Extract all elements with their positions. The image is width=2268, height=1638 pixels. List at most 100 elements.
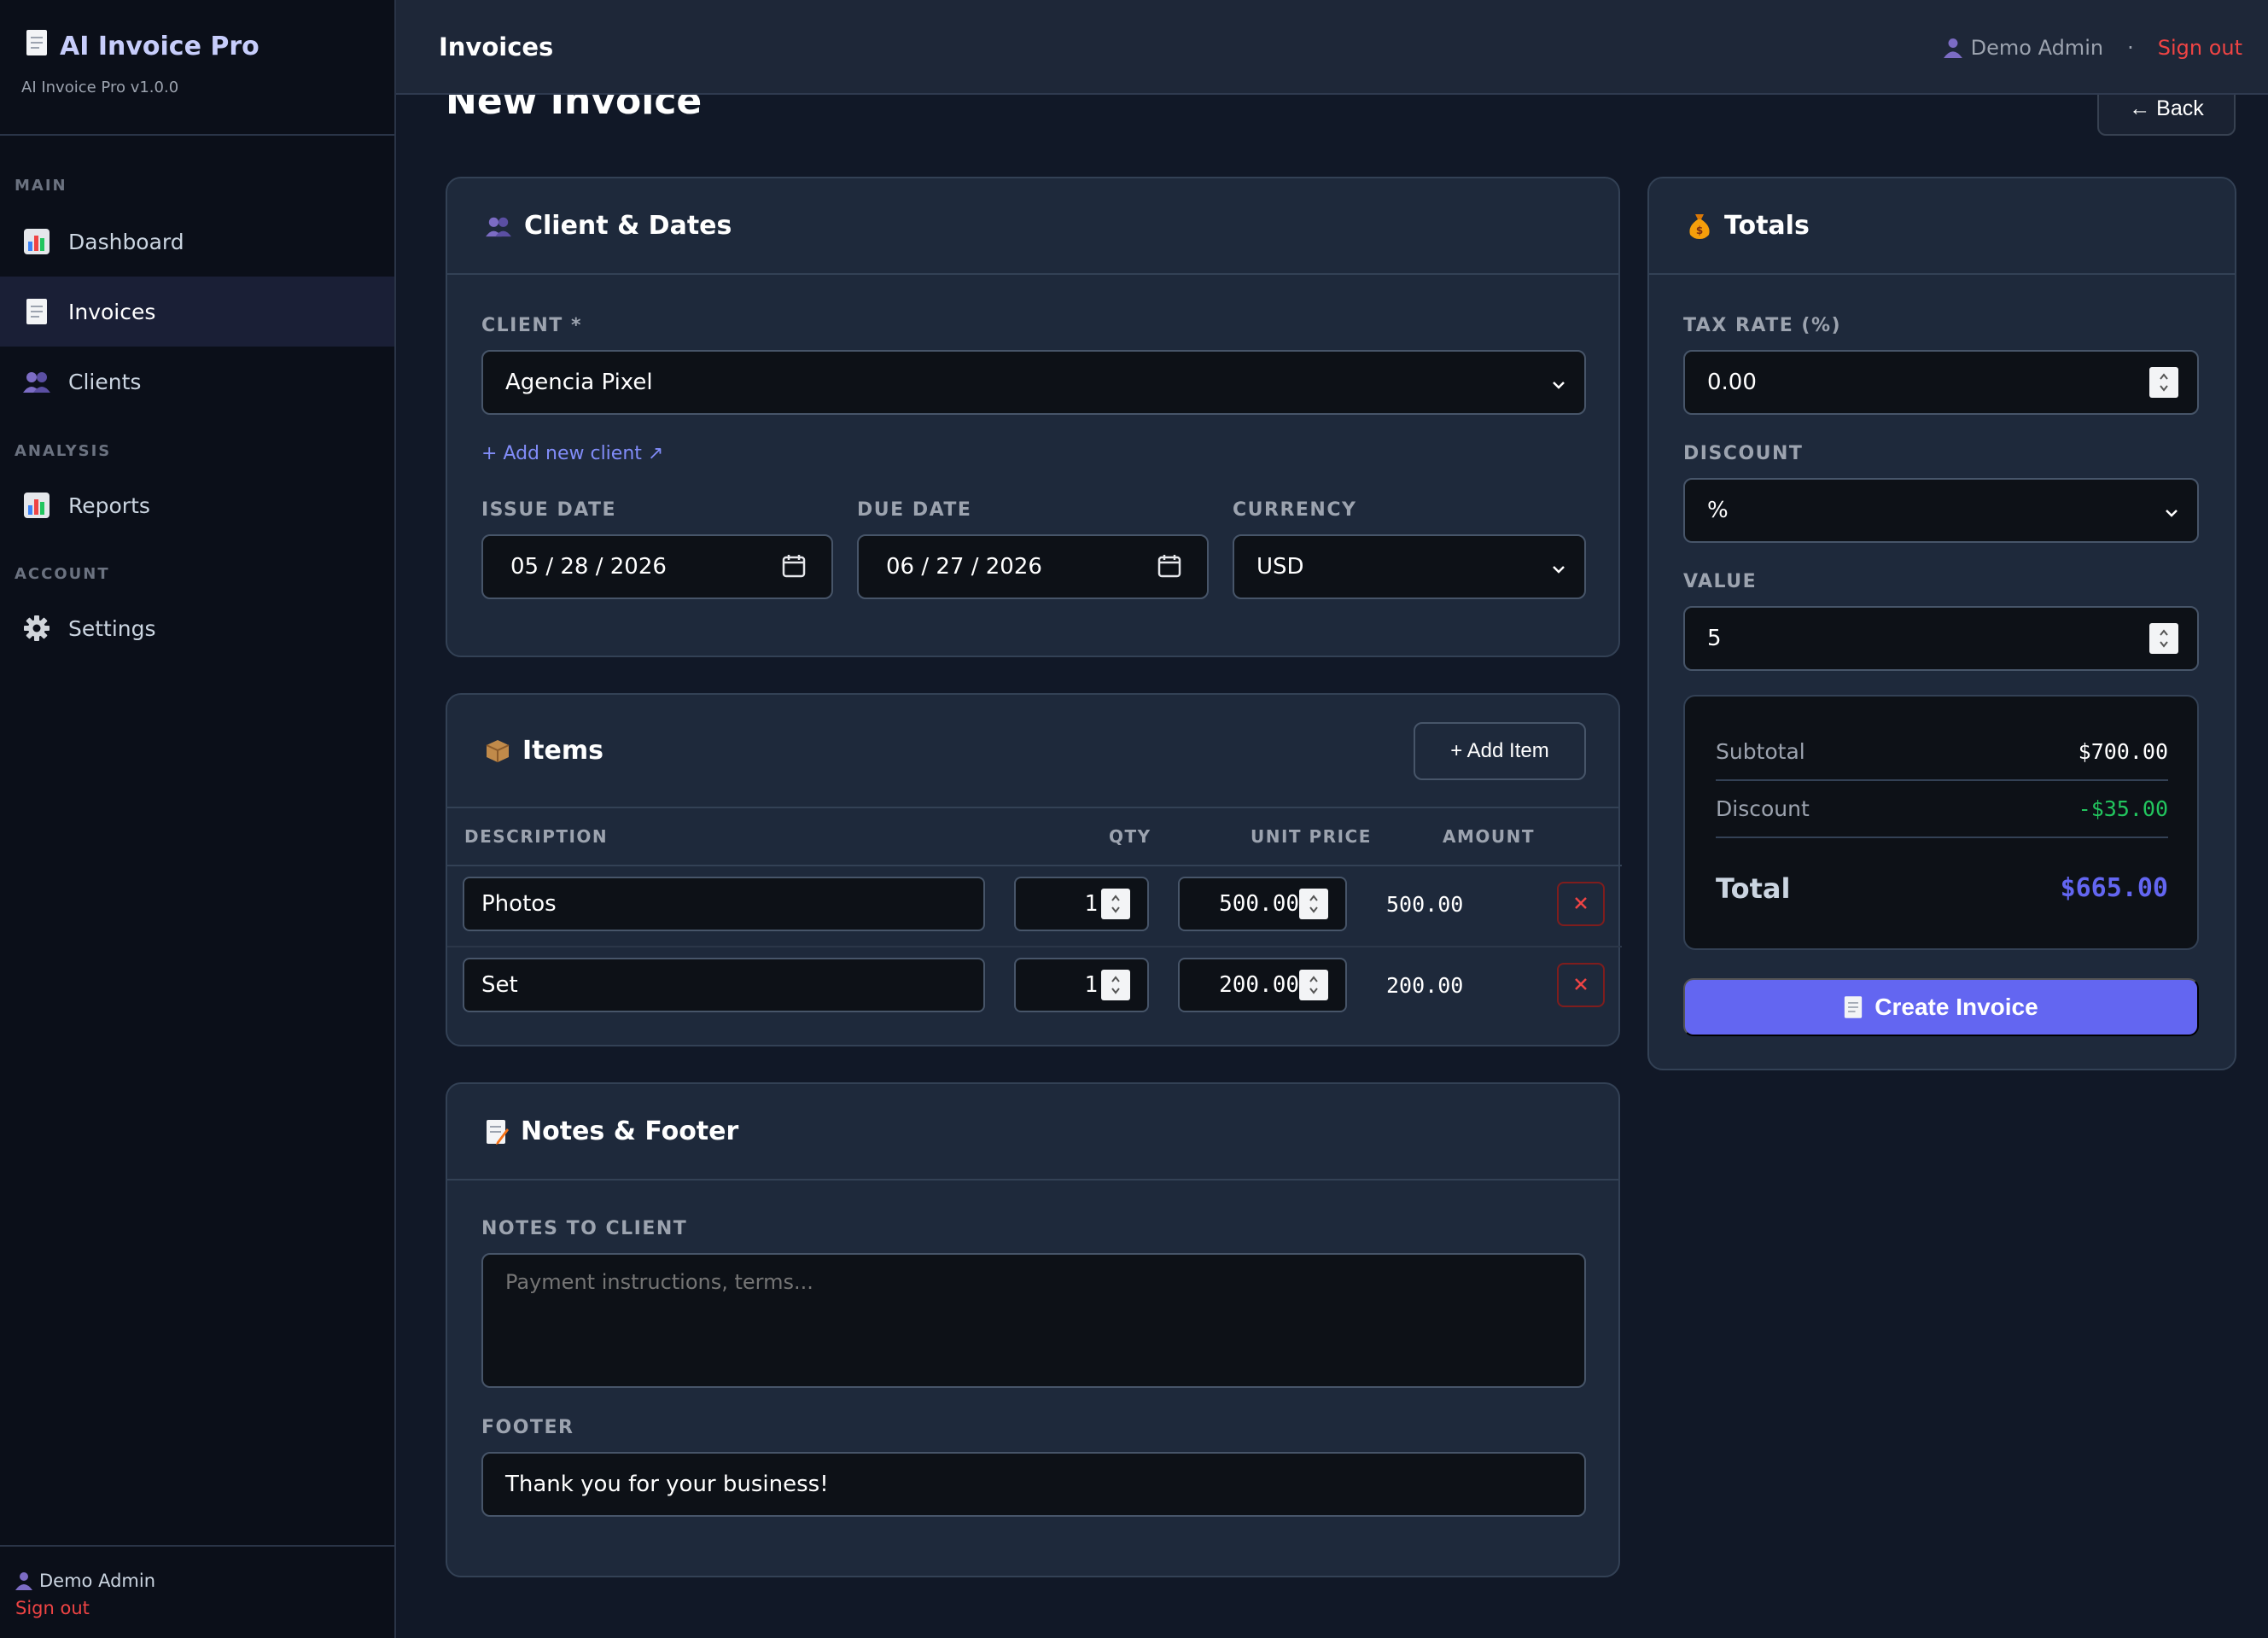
delete-row-button[interactable] bbox=[1557, 882, 1605, 926]
footer-value: Thank you for your business! bbox=[505, 1472, 829, 1497]
column-header-unit-price: UNIT PRICE bbox=[1251, 826, 1372, 847]
discount-value: 5 bbox=[1707, 626, 1722, 651]
footer-input[interactable]: Thank you for your business! bbox=[481, 1452, 1586, 1517]
due-date-input[interactable]: 06 / 27 / 2026 bbox=[857, 534, 1209, 599]
client-label: CLIENT * bbox=[481, 315, 582, 336]
description-input[interactable]: Set bbox=[463, 958, 985, 1012]
qty-input[interactable]: 1 bbox=[1014, 958, 1149, 1012]
topbar-user-name: Demo Admin bbox=[1970, 35, 2104, 60]
issue-date-value: 05 / 28 / 2026 bbox=[510, 554, 667, 580]
calendar-icon[interactable] bbox=[782, 553, 806, 585]
card-header: Notes & Footer bbox=[447, 1084, 1618, 1180]
spinner-icon[interactable] bbox=[1299, 970, 1328, 1000]
discount-type-select[interactable]: % bbox=[1683, 478, 2199, 543]
tax-rate-input[interactable]: 0.00 bbox=[1683, 350, 2199, 415]
spinner-icon[interactable] bbox=[2149, 623, 2178, 654]
bar-chart-icon bbox=[22, 227, 51, 256]
calendar-icon[interactable] bbox=[1157, 553, 1181, 585]
subtotal-label: Subtotal bbox=[1716, 739, 1805, 764]
qty-input[interactable]: 1 bbox=[1014, 877, 1149, 931]
column-header-description: DESCRIPTION bbox=[464, 826, 609, 847]
description-value: Photos bbox=[481, 891, 557, 917]
spinner-icon[interactable] bbox=[2149, 367, 2178, 398]
users-icon bbox=[22, 367, 51, 396]
totals-card: $ Totals TAX RATE (%) 0.00 DISCOUNT % VA… bbox=[1647, 177, 2236, 1070]
add-item-button[interactable]: + Add Item bbox=[1414, 722, 1586, 780]
discount-row-label: Discount bbox=[1716, 796, 1810, 821]
sidebar-item-dashboard[interactable]: Dashboard bbox=[0, 207, 394, 277]
create-invoice-button[interactable]: Create Invoice bbox=[1683, 978, 2199, 1036]
sidebar-signout-link[interactable]: Sign out bbox=[15, 1598, 394, 1618]
sidebar-item-clients[interactable]: Clients bbox=[0, 347, 394, 417]
items-card: Items + Add Item DESCRIPTION QTY UNIT PR… bbox=[446, 693, 1622, 1046]
memo-icon bbox=[485, 1118, 509, 1145]
issue-date-label: ISSUE DATE bbox=[481, 499, 617, 521]
qty-value: 1 bbox=[1084, 972, 1098, 998]
delete-row-button[interactable] bbox=[1557, 963, 1605, 1007]
sidebar-item-label: Dashboard bbox=[68, 229, 184, 254]
topbar-title: Invoices bbox=[439, 32, 554, 61]
due-date-label: DUE DATE bbox=[857, 499, 972, 521]
add-client-link[interactable]: + Add new client ↗ bbox=[481, 443, 663, 464]
sidebar-item-settings[interactable]: Settings bbox=[0, 593, 394, 663]
users-icon bbox=[485, 214, 512, 238]
description-input[interactable]: Photos bbox=[463, 877, 985, 931]
sidebar: AI Invoice Pro AI Invoice Pro v1.0.0 MAI… bbox=[0, 0, 396, 1638]
sidebar-item-invoices[interactable]: Invoices bbox=[0, 277, 394, 347]
table-divider bbox=[447, 865, 1622, 866]
tax-rate-value: 0.00 bbox=[1707, 370, 1757, 395]
sidebar-item-label: Settings bbox=[68, 615, 156, 641]
create-invoice-label: Create Invoice bbox=[1874, 994, 2038, 1020]
brand: AI Invoice Pro AI Invoice Pro v1.0.0 bbox=[0, 0, 394, 136]
spinner-icon[interactable] bbox=[1101, 889, 1130, 919]
topbar-user: Demo Admin bbox=[1943, 35, 2104, 60]
discount-type-value: % bbox=[1707, 498, 1729, 523]
amount-value: 500.00 bbox=[1386, 892, 1464, 917]
topbar-separator: · bbox=[2127, 35, 2134, 60]
qty-value: 1 bbox=[1084, 891, 1098, 917]
gear-icon bbox=[22, 614, 51, 643]
sidebar-user-name: Demo Admin bbox=[39, 1571, 155, 1591]
value-label: VALUE bbox=[1683, 571, 1758, 592]
chevron-down-icon bbox=[2163, 502, 2180, 528]
card-header: Client & Dates bbox=[447, 178, 1618, 275]
close-icon bbox=[1573, 976, 1589, 994]
sidebar-item-label: Invoices bbox=[68, 299, 156, 324]
app-name: AI Invoice Pro bbox=[60, 31, 259, 61]
footer-label: FOOTER bbox=[481, 1417, 574, 1438]
document-icon bbox=[26, 29, 48, 63]
notes-card: Notes & Footer NOTES TO CLIENT FOOTER Th… bbox=[446, 1082, 1620, 1577]
sidebar-item-label: Clients bbox=[68, 369, 142, 394]
client-select-value: Agencia Pixel bbox=[505, 370, 653, 395]
app-logo[interactable]: AI Invoice Pro bbox=[26, 29, 394, 63]
summary-divider bbox=[1716, 836, 2168, 838]
sidebar-user: Demo Admin bbox=[15, 1571, 394, 1591]
spinner-icon[interactable] bbox=[1101, 970, 1130, 1000]
sidebar-item-reports[interactable]: Reports bbox=[0, 470, 394, 540]
client-dates-card: Client & Dates CLIENT * Agencia Pixel + … bbox=[446, 177, 1620, 657]
client-select[interactable]: Agencia Pixel bbox=[481, 350, 1586, 415]
discount-value-input[interactable]: 5 bbox=[1683, 606, 2199, 671]
nav-section-main: MAIN bbox=[15, 177, 67, 195]
user-icon bbox=[15, 1571, 32, 1590]
notes-textarea[interactable] bbox=[481, 1253, 1586, 1388]
money-bag-icon: $ bbox=[1687, 213, 1712, 240]
row-divider bbox=[447, 946, 1622, 947]
chevron-down-icon bbox=[1550, 558, 1567, 584]
currency-select[interactable]: USD bbox=[1233, 534, 1586, 599]
subtotal-value: $700.00 bbox=[2078, 739, 2168, 764]
issue-date-input[interactable]: 05 / 28 / 2026 bbox=[481, 534, 833, 599]
totals-summary: Subtotal $700.00 Discount -$35.00 Total … bbox=[1683, 695, 2199, 950]
due-date-value: 06 / 27 / 2026 bbox=[886, 554, 1042, 580]
close-icon bbox=[1573, 895, 1589, 913]
summary-divider bbox=[1716, 779, 2168, 781]
user-icon bbox=[1943, 38, 1962, 58]
unit-price-input[interactable]: 200.00 bbox=[1178, 958, 1347, 1012]
spinner-icon[interactable] bbox=[1299, 889, 1328, 919]
topbar-signout-link[interactable]: Sign out bbox=[2158, 36, 2242, 60]
card-title: Notes & Footer bbox=[521, 1116, 739, 1146]
document-icon bbox=[1844, 995, 1863, 1019]
currency-select-value: USD bbox=[1256, 554, 1304, 580]
unit-price-input[interactable]: 500.00 bbox=[1178, 877, 1347, 931]
nav-section-account: ACCOUNT bbox=[15, 565, 110, 583]
